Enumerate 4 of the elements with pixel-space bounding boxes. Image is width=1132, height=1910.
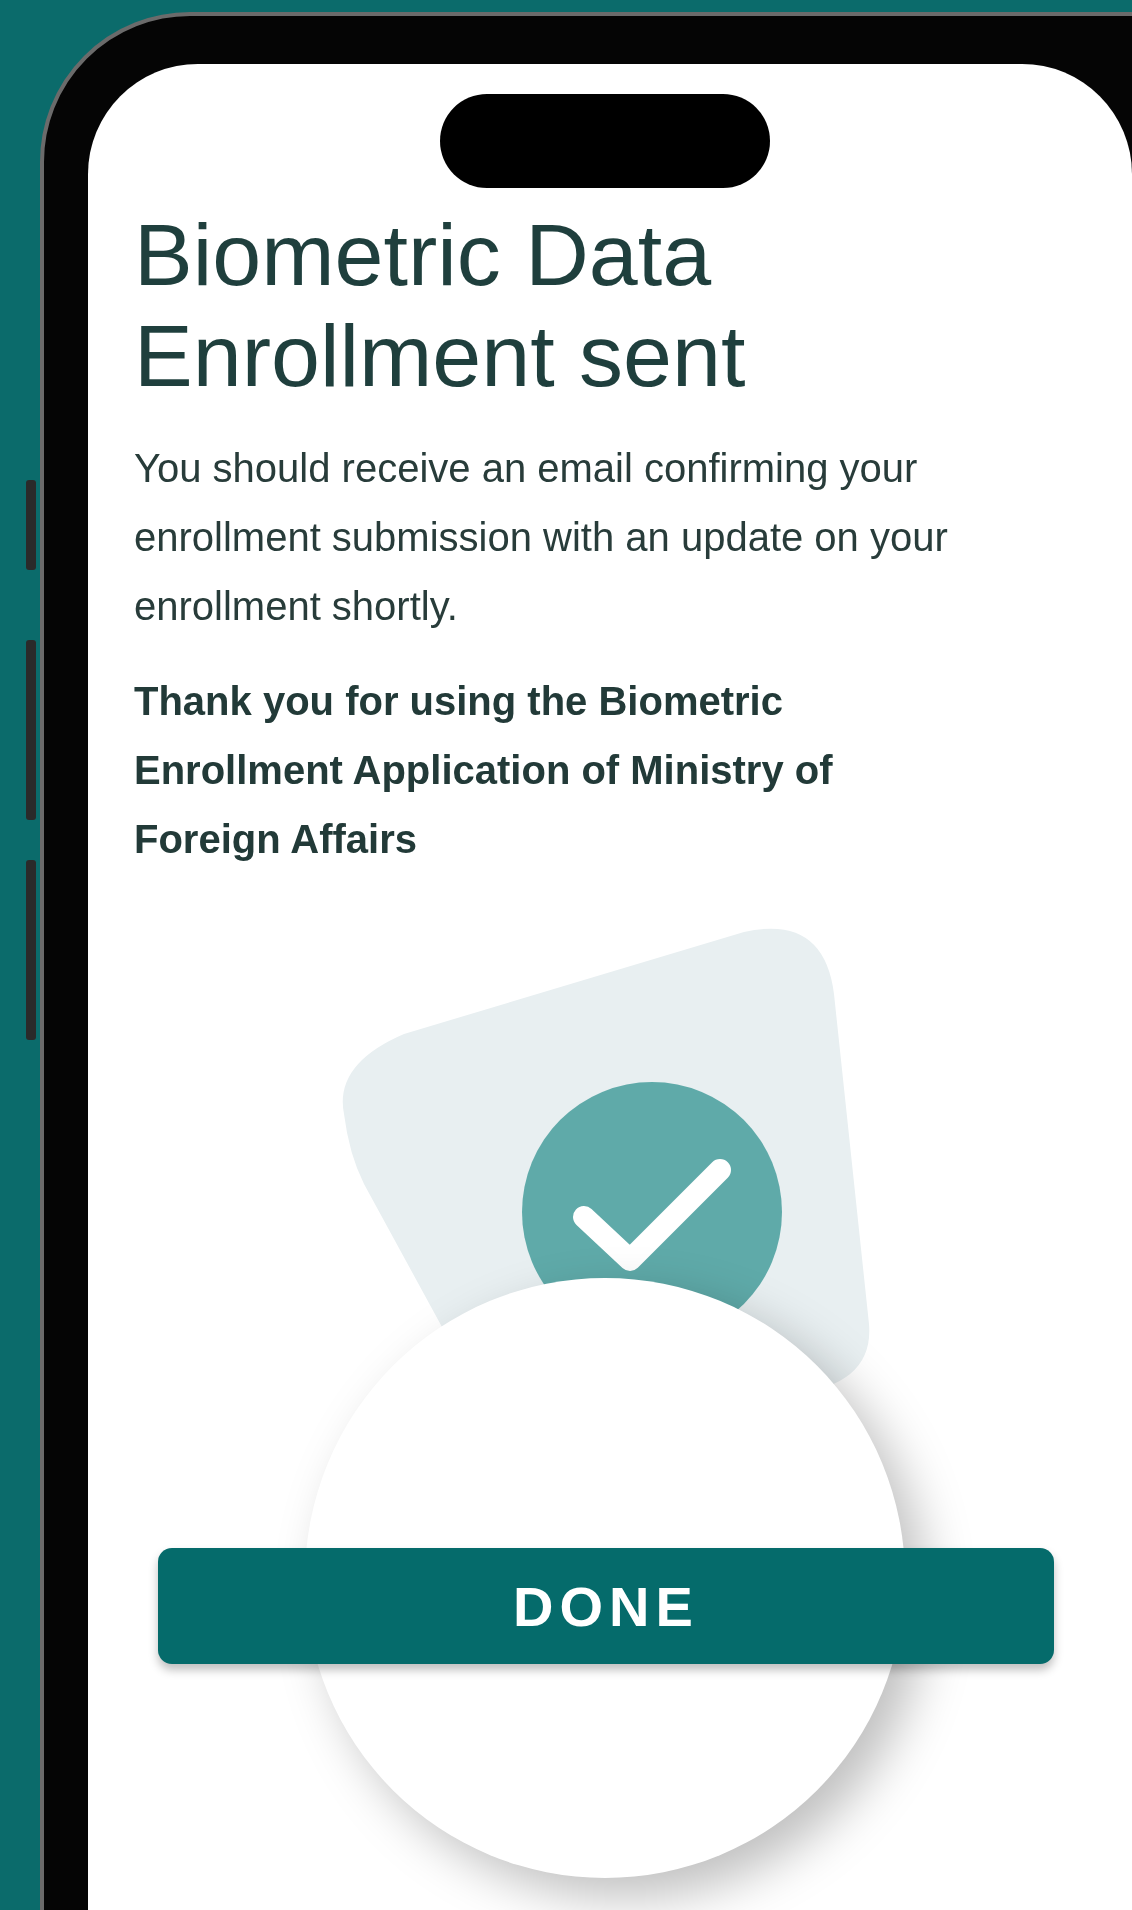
thank-you-message: Thank you for using the Biometric Enrollment Application of Ministry of Foreign Affairs (134, 678, 834, 864)
confirmation-message: You should receive an email confirming your enrollment submission with an update on your enrollment shortly. (134, 445, 949, 631)
done-button[interactable]: DONE (158, 1548, 1054, 1664)
page-title: Biometric Data Enrollment sent (134, 204, 747, 407)
